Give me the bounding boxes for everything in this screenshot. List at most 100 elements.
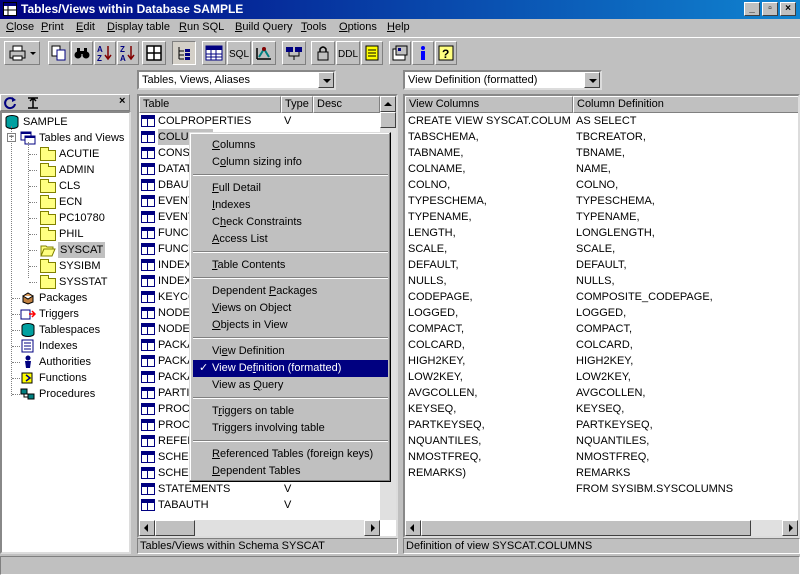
view-def-hscrollbar[interactable] (405, 520, 798, 536)
sort-desc-button[interactable]: Z A (117, 41, 139, 65)
view-def-row[interactable]: REMARKS) REMARKS (405, 465, 798, 481)
view-def-row[interactable]: TABNAME, TBNAME, (405, 145, 798, 161)
menu-item-triggers-on-table[interactable]: Triggers on table (193, 403, 388, 420)
scroll-left-icon[interactable] (139, 520, 155, 536)
tree-item-schema-phil-label: PHIL (59, 228, 84, 240)
menu-item-dependent-tables[interactable]: Dependent Tables (193, 463, 388, 480)
scroll-thumb[interactable] (380, 112, 396, 128)
view-def-row[interactable]: COLNAME, NAME, (405, 161, 798, 177)
column-header-table[interactable]: Table (139, 96, 281, 113)
print-button[interactable] (4, 41, 40, 65)
grid-button[interactable] (142, 41, 166, 65)
view-def-row[interactable]: COLNO, COLNO, (405, 177, 798, 193)
lock-button[interactable] (311, 41, 335, 65)
column-header-view-columns[interactable]: View Columns (405, 96, 573, 113)
menu-item-view-definition-formatted[interactable]: ✓ View Definition (formatted) (193, 360, 388, 377)
menu-item-view-definition[interactable]: View Definition (193, 343, 388, 360)
view-def-row[interactable]: LENGTH, LONGLENGTH, (405, 225, 798, 241)
menu-item-dependent-packages[interactable]: Dependent Packages (193, 283, 388, 300)
refresh-icon[interactable] (3, 96, 17, 110)
run-sql-button[interactable]: SQL (227, 41, 251, 65)
column-header-column-definition[interactable]: Column Definition (573, 96, 798, 113)
connect-button[interactable] (282, 41, 306, 65)
menu-item-indexes[interactable]: Indexes (193, 197, 388, 214)
title-bar[interactable]: Tables/Views within Database SAMPLE _ ▫ … (0, 0, 800, 19)
view-def-row[interactable]: COLCARD, COLCARD, (405, 337, 798, 353)
minimize-button[interactable]: _ (744, 2, 760, 16)
view-def-row[interactable]: NMOSTFREQ, NMOSTFREQ, (405, 449, 798, 465)
view-def-row[interactable]: CODEPAGE, COMPOSITE_CODEPAGE, (405, 289, 798, 305)
view-def-row[interactable]: FROM SYSIBM.SYSCOLUMNS (405, 481, 798, 497)
table-row[interactable]: TABAUTH V (139, 497, 380, 513)
close-tree-icon[interactable]: × (119, 95, 125, 107)
build-query-button[interactable] (252, 41, 276, 65)
table-row[interactable]: COLPROPERTIES V (139, 113, 380, 129)
notes-button[interactable] (361, 41, 383, 65)
menu-item-access-list[interactable]: Access List (193, 231, 388, 248)
menu-options[interactable]: Options (339, 21, 377, 33)
scroll-thumb[interactable] (421, 520, 751, 536)
column-header-type[interactable]: Type (281, 96, 313, 113)
view-def-row[interactable]: HIGH2KEY, HIGH2KEY, (405, 353, 798, 369)
scroll-right-icon[interactable] (364, 520, 380, 536)
menu-item-label: Objects in View (212, 319, 288, 331)
menu-item-check-constraints[interactable]: Check Constraints (193, 214, 388, 231)
sort-button[interactable]: A Z (94, 41, 116, 65)
view-def-row[interactable]: LOW2KEY, LOW2KEY, (405, 369, 798, 385)
menu-display-table[interactable]: Display table (107, 21, 170, 33)
menu-print[interactable]: Print (41, 21, 64, 33)
menu-item-label: View Definition (formatted) (212, 362, 342, 374)
display-table-button[interactable] (202, 41, 226, 65)
menu-run-sql[interactable]: Run SQL (179, 21, 224, 33)
scroll-right-icon[interactable] (782, 520, 798, 536)
menu-item-view-as-query[interactable]: View as Query (193, 377, 388, 394)
view-def-row[interactable]: DEFAULT, DEFAULT, (405, 257, 798, 273)
scroll-up-icon[interactable] (380, 96, 396, 112)
view-def-row[interactable]: TYPENAME, TYPENAME, (405, 209, 798, 225)
table-list-hscrollbar[interactable] (139, 520, 380, 536)
collapse-all-icon[interactable] (26, 96, 40, 110)
detail-view-combo[interactable]: View Definition (formatted) (403, 70, 602, 90)
scroll-thumb[interactable] (155, 520, 195, 536)
tree-button[interactable] (172, 41, 196, 65)
view-def-row[interactable]: TABSCHEMA, TBCREATOR, (405, 129, 798, 145)
menu-build-query[interactable]: Build Query (235, 21, 292, 33)
tree-item-tables-and-views-label: Tables and Views (39, 132, 125, 144)
view-def-row[interactable]: AVGCOLLEN, AVGCOLLEN, (405, 385, 798, 401)
view-def-row[interactable]: CREATE VIEW SYSCAT.COLUM AS SELECT (405, 113, 798, 129)
options-button[interactable] (389, 41, 411, 65)
view-def-row[interactable]: LOGGED, LOGGED, (405, 305, 798, 321)
menu-close[interactable]: Close (6, 21, 34, 33)
view-def-row[interactable]: SCALE, SCALE, (405, 241, 798, 257)
help-button[interactable]: ? (435, 41, 457, 65)
maximize-button[interactable]: ▫ (762, 2, 778, 16)
menu-item-referenced-tables-foreign-keys[interactable]: Referenced Tables (foreign keys) (193, 446, 388, 463)
view-def-row[interactable]: KEYSEQ, KEYSEQ, (405, 401, 798, 417)
view-def-row[interactable]: COMPACT, COMPACT, (405, 321, 798, 337)
menu-help[interactable]: Help (387, 21, 410, 33)
menu-item-views-on-object[interactable]: Views on Object (193, 300, 388, 317)
menu-tools[interactable]: Tools (301, 21, 327, 33)
info-button[interactable] (412, 41, 434, 65)
find-button[interactable] (71, 41, 93, 65)
menu-edit[interactable]: Edit (76, 21, 95, 33)
menu-item-full-detail[interactable]: Full Detail (193, 180, 388, 197)
view-def-row[interactable]: NULLS, NULLS, (405, 273, 798, 289)
column-header-desc[interactable]: Desc (313, 96, 380, 113)
view-def-row[interactable]: NQUANTILES, NQUANTILES, (405, 433, 798, 449)
scroll-left-icon[interactable] (405, 520, 421, 536)
copy-button[interactable] (48, 41, 70, 65)
view-def-row[interactable]: TYPESCHEMA, TYPESCHEMA, (405, 193, 798, 209)
ddl-button[interactable]: DDL (336, 41, 360, 65)
view-def-row[interactable]: PARTKEYSEQ, PARTKEYSEQ, (405, 417, 798, 433)
menu-item-table-contents[interactable]: Table Contents (193, 257, 388, 274)
menu-item-triggers-involving-table[interactable]: Triggers involving table (193, 420, 388, 437)
chevron-down-icon[interactable] (318, 72, 334, 88)
menu-item-column-sizing-info[interactable]: Column sizing info (193, 154, 388, 171)
menu-item-objects-in-view[interactable]: Objects in View (193, 317, 388, 334)
table-row[interactable]: STATEMENTS V (139, 481, 380, 497)
object-type-combo[interactable]: Tables, Views, Aliases (137, 70, 336, 90)
close-window-button[interactable]: × (780, 2, 796, 16)
chevron-down-icon[interactable] (584, 72, 600, 88)
menu-item-columns[interactable]: Columns (193, 137, 388, 154)
